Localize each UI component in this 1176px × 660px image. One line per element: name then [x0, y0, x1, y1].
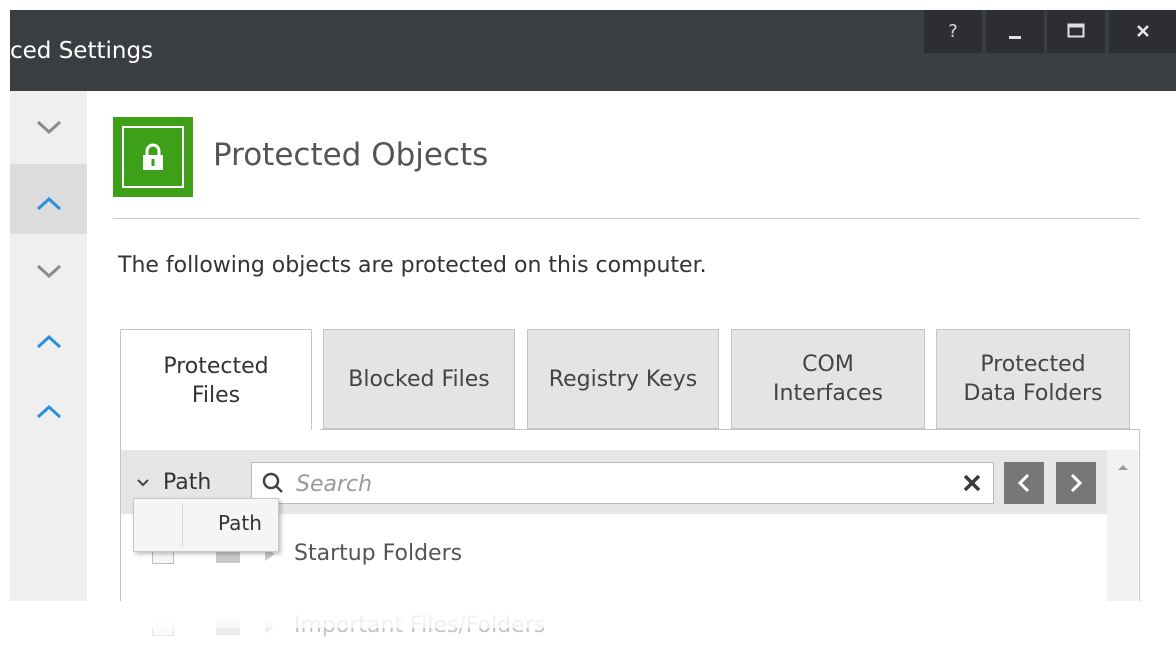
- scroll-up-icon[interactable]: [1116, 462, 1130, 472]
- column-filter-label: Path: [163, 470, 212, 495]
- window-title: ced Settings: [10, 38, 154, 64]
- tab-registry-keys[interactable]: Registry Keys: [527, 329, 719, 429]
- tab-protected-files[interactable]: Protected Files: [120, 329, 312, 431]
- chevron-down-icon: [36, 120, 61, 134]
- chevron-up-icon: [36, 196, 61, 211]
- lock-icon: [143, 143, 163, 170]
- chevron-down-icon: [36, 264, 61, 279]
- column-dropdown-menu: Path: [133, 498, 279, 552]
- tab-com-interfaces[interactable]: COM Interfaces: [731, 329, 925, 429]
- close-icon: [1136, 25, 1149, 37]
- previous-page-button[interactable]: [1004, 462, 1044, 504]
- protected-objects-icon: [113, 117, 193, 197]
- tab-blocked-files[interactable]: Blocked Files: [323, 329, 515, 429]
- tab-label-line2: Data Folders: [963, 381, 1103, 406]
- tab-label-line1: COM: [802, 352, 854, 377]
- chevron-up-icon: [36, 404, 61, 419]
- sidebar-row-3[interactable]: [10, 236, 87, 306]
- search-icon: [262, 472, 283, 493]
- row-label: Startup Folders: [294, 541, 463, 566]
- tab-label: Registry Keys: [548, 366, 698, 392]
- scrollbar[interactable]: [1107, 450, 1138, 601]
- bottom-fade: [0, 601, 1176, 628]
- sidebar-row-1[interactable]: [10, 91, 87, 162]
- tab-label-line2: Interfaces: [773, 381, 883, 406]
- clear-search-icon[interactable]: [963, 474, 981, 492]
- menu-separator: [182, 503, 183, 547]
- column-filter-dropdown[interactable]: Path: [137, 470, 211, 495]
- sidebar: [10, 91, 87, 601]
- help-button[interactable]: ?: [924, 10, 982, 53]
- page-title: Protected Objects: [213, 137, 489, 173]
- tab-label-line1: Protected: [163, 353, 269, 379]
- tab-protected-data-folders[interactable]: Protected Data Folders: [936, 329, 1130, 429]
- tab-label-line2: Files: [191, 382, 241, 408]
- search-input[interactable]: [294, 468, 938, 500]
- maximize-icon: [1067, 23, 1085, 38]
- maximize-button[interactable]: [1047, 10, 1105, 53]
- minimize-icon: [1009, 36, 1021, 39]
- search-field[interactable]: [251, 462, 994, 504]
- sidebar-row-5[interactable]: [10, 377, 87, 447]
- chevron-down-icon: [137, 478, 149, 486]
- menu-item-path[interactable]: Path: [218, 511, 262, 535]
- chevron-left-icon: [1017, 473, 1030, 493]
- sidebar-row-2[interactable]: [10, 164, 87, 234]
- close-button[interactable]: [1109, 10, 1176, 53]
- sidebar-row-4[interactable]: [10, 307, 87, 377]
- chevron-right-icon: [1070, 473, 1083, 493]
- minimize-button[interactable]: [986, 10, 1044, 53]
- title-bar: ced Settings ?: [10, 10, 1176, 91]
- tab-label: Blocked Files: [348, 366, 490, 392]
- divider: [113, 218, 1140, 219]
- next-page-button[interactable]: [1056, 462, 1096, 504]
- tab-label-line1: Protected: [980, 352, 1086, 377]
- chevron-up-icon: [36, 334, 61, 349]
- description-text: The following objects are protected on t…: [118, 253, 707, 278]
